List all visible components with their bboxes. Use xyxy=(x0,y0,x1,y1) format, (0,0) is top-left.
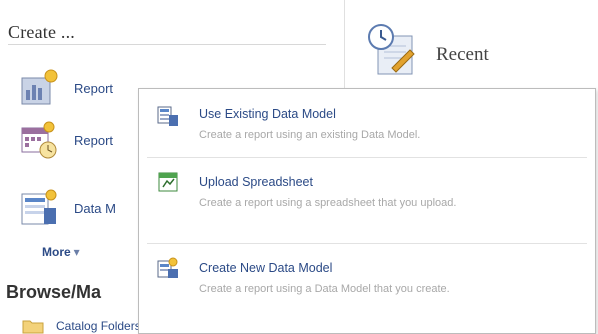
new-data-model-icon xyxy=(157,257,178,278)
menu-item-title: Upload Spreadsheet xyxy=(199,175,313,189)
menu-separator xyxy=(147,243,587,244)
create-report-label: Report xyxy=(74,80,114,96)
menu-item-description: Create a report using a Data Model that … xyxy=(199,283,450,295)
recent-clock-icon xyxy=(368,24,415,75)
column-divider xyxy=(344,0,345,88)
spreadsheet-icon xyxy=(158,172,178,192)
more-label: More xyxy=(42,245,71,259)
menu-item-description: Create a report using a spreadsheet that… xyxy=(199,197,457,209)
folder-icon xyxy=(22,320,44,334)
create-data-model-label: Data M xyxy=(74,200,116,216)
menu-item-title: Use Existing Data Model xyxy=(199,107,336,121)
catalog-folders-link[interactable]: Catalog Folders xyxy=(22,318,141,334)
catalog-folders-label: Catalog Folders xyxy=(56,319,141,333)
report-icon xyxy=(21,69,58,105)
menu-item-description: Create a report using an existing Data M… xyxy=(199,129,421,141)
menu-item-create-new-data-model[interactable]: Create New Data Model Create a report us… xyxy=(139,257,595,321)
menu-item-use-existing-data-model[interactable]: Use Existing Data Model Create a report … xyxy=(139,103,595,155)
create-heading: Create ... xyxy=(8,22,75,42)
data-model-table-icon xyxy=(157,106,178,126)
chevron-down-icon: ▾ xyxy=(73,245,80,259)
report-job-icon xyxy=(21,121,57,159)
create-divider xyxy=(8,44,326,45)
menu-item-title: Create New Data Model xyxy=(199,261,333,275)
create-report-popup-menu: Use Existing Data Model Create a report … xyxy=(138,88,596,334)
menu-separator xyxy=(147,157,587,158)
data-model-icon xyxy=(21,189,57,225)
menu-item-upload-spreadsheet[interactable]: Upload Spreadsheet Create a report using… xyxy=(139,171,595,233)
more-button[interactable]: More ▾ xyxy=(42,245,80,259)
create-report-job-label: Report xyxy=(74,132,114,148)
browse-manage-heading: Browse/Ma xyxy=(6,282,102,302)
recent-heading: Recent xyxy=(436,44,489,65)
